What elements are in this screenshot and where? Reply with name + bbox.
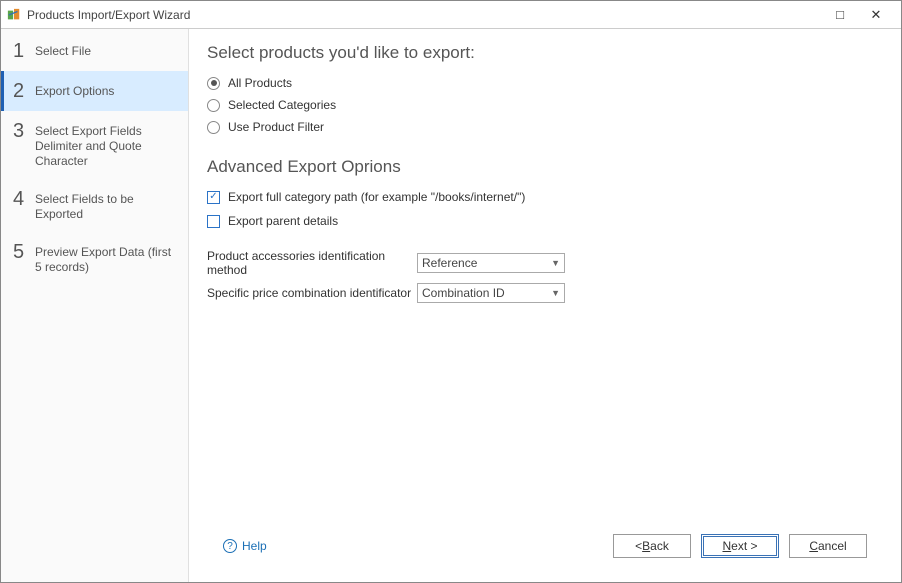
back-button[interactable]: < Back xyxy=(613,534,691,558)
titlebar: Products Import/Export Wizard □ ✕ xyxy=(1,1,901,29)
radio-label: Use Product Filter xyxy=(228,120,324,134)
radio-icon xyxy=(207,99,220,112)
radio-all-products[interactable]: All Products xyxy=(207,73,883,93)
radio-label: Selected Categories xyxy=(228,98,336,112)
step-label: Preview Export Data (first 5 records) xyxy=(35,242,178,275)
step-number: 5 xyxy=(13,242,35,262)
close-icon[interactable]: ✕ xyxy=(865,7,887,23)
checkbox-label: Export full category path (for example "… xyxy=(228,190,525,204)
combo-label: Specific price combination identificator xyxy=(207,286,417,300)
window-controls: □ ✕ xyxy=(829,7,895,23)
step-label: Export Options xyxy=(35,81,178,99)
step-select-fields[interactable]: 4 Select Fields to be Exported xyxy=(1,179,188,232)
combo-label: Product accessories identification metho… xyxy=(207,249,417,277)
checkbox-label: Export parent details xyxy=(228,214,338,228)
window-title: Products Import/Export Wizard xyxy=(27,8,829,22)
help-label: Help xyxy=(242,539,267,553)
main-panel: Select products you'd like to export: Al… xyxy=(189,29,901,582)
step-delimiter[interactable]: 3 Select Export Fields Delimiter and Quo… xyxy=(1,111,188,179)
step-number: 3 xyxy=(13,121,35,141)
step-select-file[interactable]: 1 Select File xyxy=(1,31,188,71)
combo-value: Reference xyxy=(422,256,477,270)
next-button[interactable]: Next > xyxy=(701,534,779,558)
checkbox-full-category-path[interactable]: Export full category path (for example "… xyxy=(207,187,883,207)
help-link[interactable]: ? Help xyxy=(223,539,267,553)
step-number: 4 xyxy=(13,189,35,209)
step-label: Select Export Fields Delimiter and Quote… xyxy=(35,121,178,169)
checkbox-export-parent-details[interactable]: Export parent details xyxy=(207,211,883,231)
combo-value: Combination ID xyxy=(422,286,505,300)
chevron-down-icon: ▼ xyxy=(551,288,560,298)
accessories-method-dropdown[interactable]: Reference ▼ xyxy=(417,253,565,273)
footer: ? Help < Back Next > Cancel xyxy=(207,524,883,572)
body: 1 Select File 2 Export Options 3 Select … xyxy=(1,29,901,582)
radio-icon xyxy=(207,77,220,90)
app-icon xyxy=(7,8,21,22)
step-label: Select File xyxy=(35,41,178,59)
radio-selected-categories[interactable]: Selected Categories xyxy=(207,95,883,115)
combo-row-price-identificator: Specific price combination identificator… xyxy=(207,283,883,303)
checkbox-icon xyxy=(207,191,220,204)
chevron-down-icon: ▼ xyxy=(551,258,560,268)
step-label: Select Fields to be Exported xyxy=(35,189,178,222)
step-number: 1 xyxy=(13,41,35,61)
cancel-button[interactable]: Cancel xyxy=(789,534,867,558)
combo-row-accessories-method: Product accessories identification metho… xyxy=(207,249,883,277)
radio-label: All Products xyxy=(228,76,292,90)
section-heading-select: Select products you'd like to export: xyxy=(207,43,883,63)
step-export-options[interactable]: 2 Export Options xyxy=(1,71,188,111)
section-heading-advanced: Advanced Export Oprions xyxy=(207,157,883,177)
step-number: 2 xyxy=(13,81,35,101)
wizard-window: Products Import/Export Wizard □ ✕ 1 Sele… xyxy=(0,0,902,583)
help-icon: ? xyxy=(223,539,237,553)
radio-icon xyxy=(207,121,220,134)
price-identificator-dropdown[interactable]: Combination ID ▼ xyxy=(417,283,565,303)
product-scope-radio-group: All Products Selected Categories Use Pro… xyxy=(207,73,883,139)
checkbox-icon xyxy=(207,215,220,228)
step-preview[interactable]: 5 Preview Export Data (first 5 records) xyxy=(1,232,188,285)
wizard-steps-sidebar: 1 Select File 2 Export Options 3 Select … xyxy=(1,29,189,582)
maximize-icon[interactable]: □ xyxy=(829,7,851,23)
radio-use-product-filter[interactable]: Use Product Filter xyxy=(207,117,883,137)
